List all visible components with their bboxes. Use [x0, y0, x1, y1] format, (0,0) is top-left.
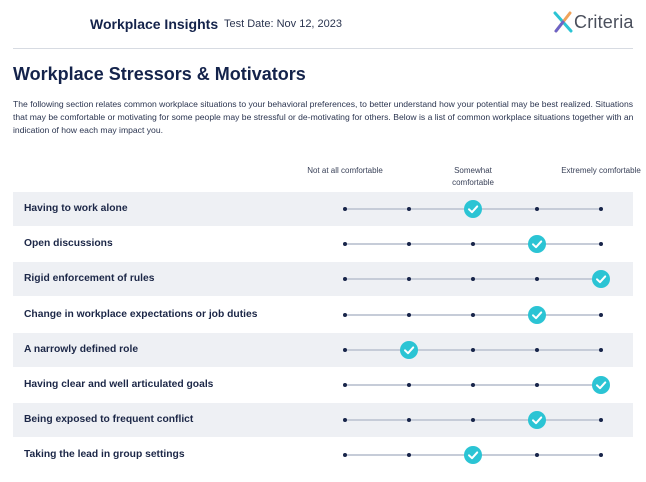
rating-point [407, 242, 411, 247]
stressor-label: Taking the lead in group settings [24, 449, 185, 461]
checkmark-icon [468, 451, 479, 460]
header-divider [13, 48, 633, 49]
stressor-label: Open discussions [24, 238, 113, 250]
stressor-row: Rigid enforcement of rules [13, 262, 633, 297]
section-title: Workplace Stressors & Motivators [13, 64, 306, 84]
criteria-logo: Criteria [553, 10, 634, 34]
test-date: Test Date: Nov 12, 2023 [224, 18, 343, 30]
scale-label: Somewhat comfortable [452, 166, 494, 187]
stressor-row: Change in workplace expectations or job … [13, 298, 633, 332]
selected-check-icon [528, 235, 546, 254]
rating-point [599, 418, 603, 423]
rating-point [343, 453, 347, 458]
checkmark-icon [404, 346, 415, 354]
selected-check-icon [528, 305, 546, 324]
checkmark-icon [532, 310, 543, 319]
rating-point [343, 418, 347, 423]
page-header: Workplace Insights Test Date: Nov 12, 20… [0, 0, 646, 48]
checkmark-icon [596, 275, 607, 284]
rating-point [535, 207, 539, 211]
rating-point [471, 277, 475, 282]
rating-point [599, 207, 603, 211]
rating-point [471, 383, 475, 387]
rating-point [471, 347, 475, 352]
selected-check-icon [400, 340, 418, 359]
rating-point [407, 383, 411, 387]
section-intro: The following section relates common wor… [13, 99, 634, 135]
rating-point [343, 207, 347, 211]
rating-point [599, 242, 603, 247]
rating-point [343, 347, 347, 352]
rating-point [407, 277, 411, 282]
scale-label: Not at all comfortable [307, 166, 383, 175]
rating-point [343, 277, 347, 282]
selected-check-icon [592, 270, 610, 289]
selected-check-icon [464, 200, 482, 218]
rating-point [471, 418, 475, 423]
rating-point [535, 453, 539, 458]
criteria-logo-icon [553, 11, 573, 33]
rating-point [599, 453, 603, 458]
rating-point [343, 383, 347, 387]
selected-check-icon [528, 411, 546, 430]
checkmark-icon [468, 205, 479, 214]
rating-point [343, 312, 347, 317]
report-title: Workplace Insights [90, 16, 219, 32]
stressor-row: A narrowly defined role [13, 332, 633, 367]
stressor-row: Being exposed to frequent conflict [13, 403, 633, 438]
rating-point [343, 242, 347, 247]
stressor-label: Being exposed to frequent conflict [24, 414, 194, 426]
stressor-label: Having clear and well articulated goals [24, 379, 214, 390]
selected-check-icon [592, 376, 610, 394]
stressor-row: Taking the lead in group settings [13, 438, 633, 472]
rating-point [471, 242, 475, 247]
rating-point [407, 453, 411, 458]
stressor-row: Having clear and well articulated goals [13, 368, 633, 402]
checkmark-icon [532, 240, 543, 249]
stressor-row: Having to work alone [13, 192, 633, 226]
scale-label: Extremely comfortable [561, 166, 641, 175]
stressor-label: A narrowly defined role [24, 343, 139, 355]
rating-point [599, 312, 603, 317]
stressor-label: Having to work alone [24, 203, 128, 214]
rating-point [407, 418, 411, 423]
rating-point [535, 347, 539, 352]
stressor-label: Change in workplace expectations or job … [24, 308, 258, 320]
rating-point [535, 277, 539, 282]
logo-text: Criteria [574, 11, 634, 32]
rating-point [407, 207, 411, 211]
rating-point [407, 312, 411, 317]
selected-check-icon [464, 446, 482, 465]
stressor-row: Open discussions [13, 227, 633, 261]
rating-point [599, 347, 603, 352]
checkmark-icon [596, 381, 607, 390]
stressor-label: Rigid enforcement of rules [24, 273, 155, 285]
rating-point [535, 383, 539, 387]
checkmark-icon [532, 416, 543, 425]
rating-point [471, 312, 475, 317]
